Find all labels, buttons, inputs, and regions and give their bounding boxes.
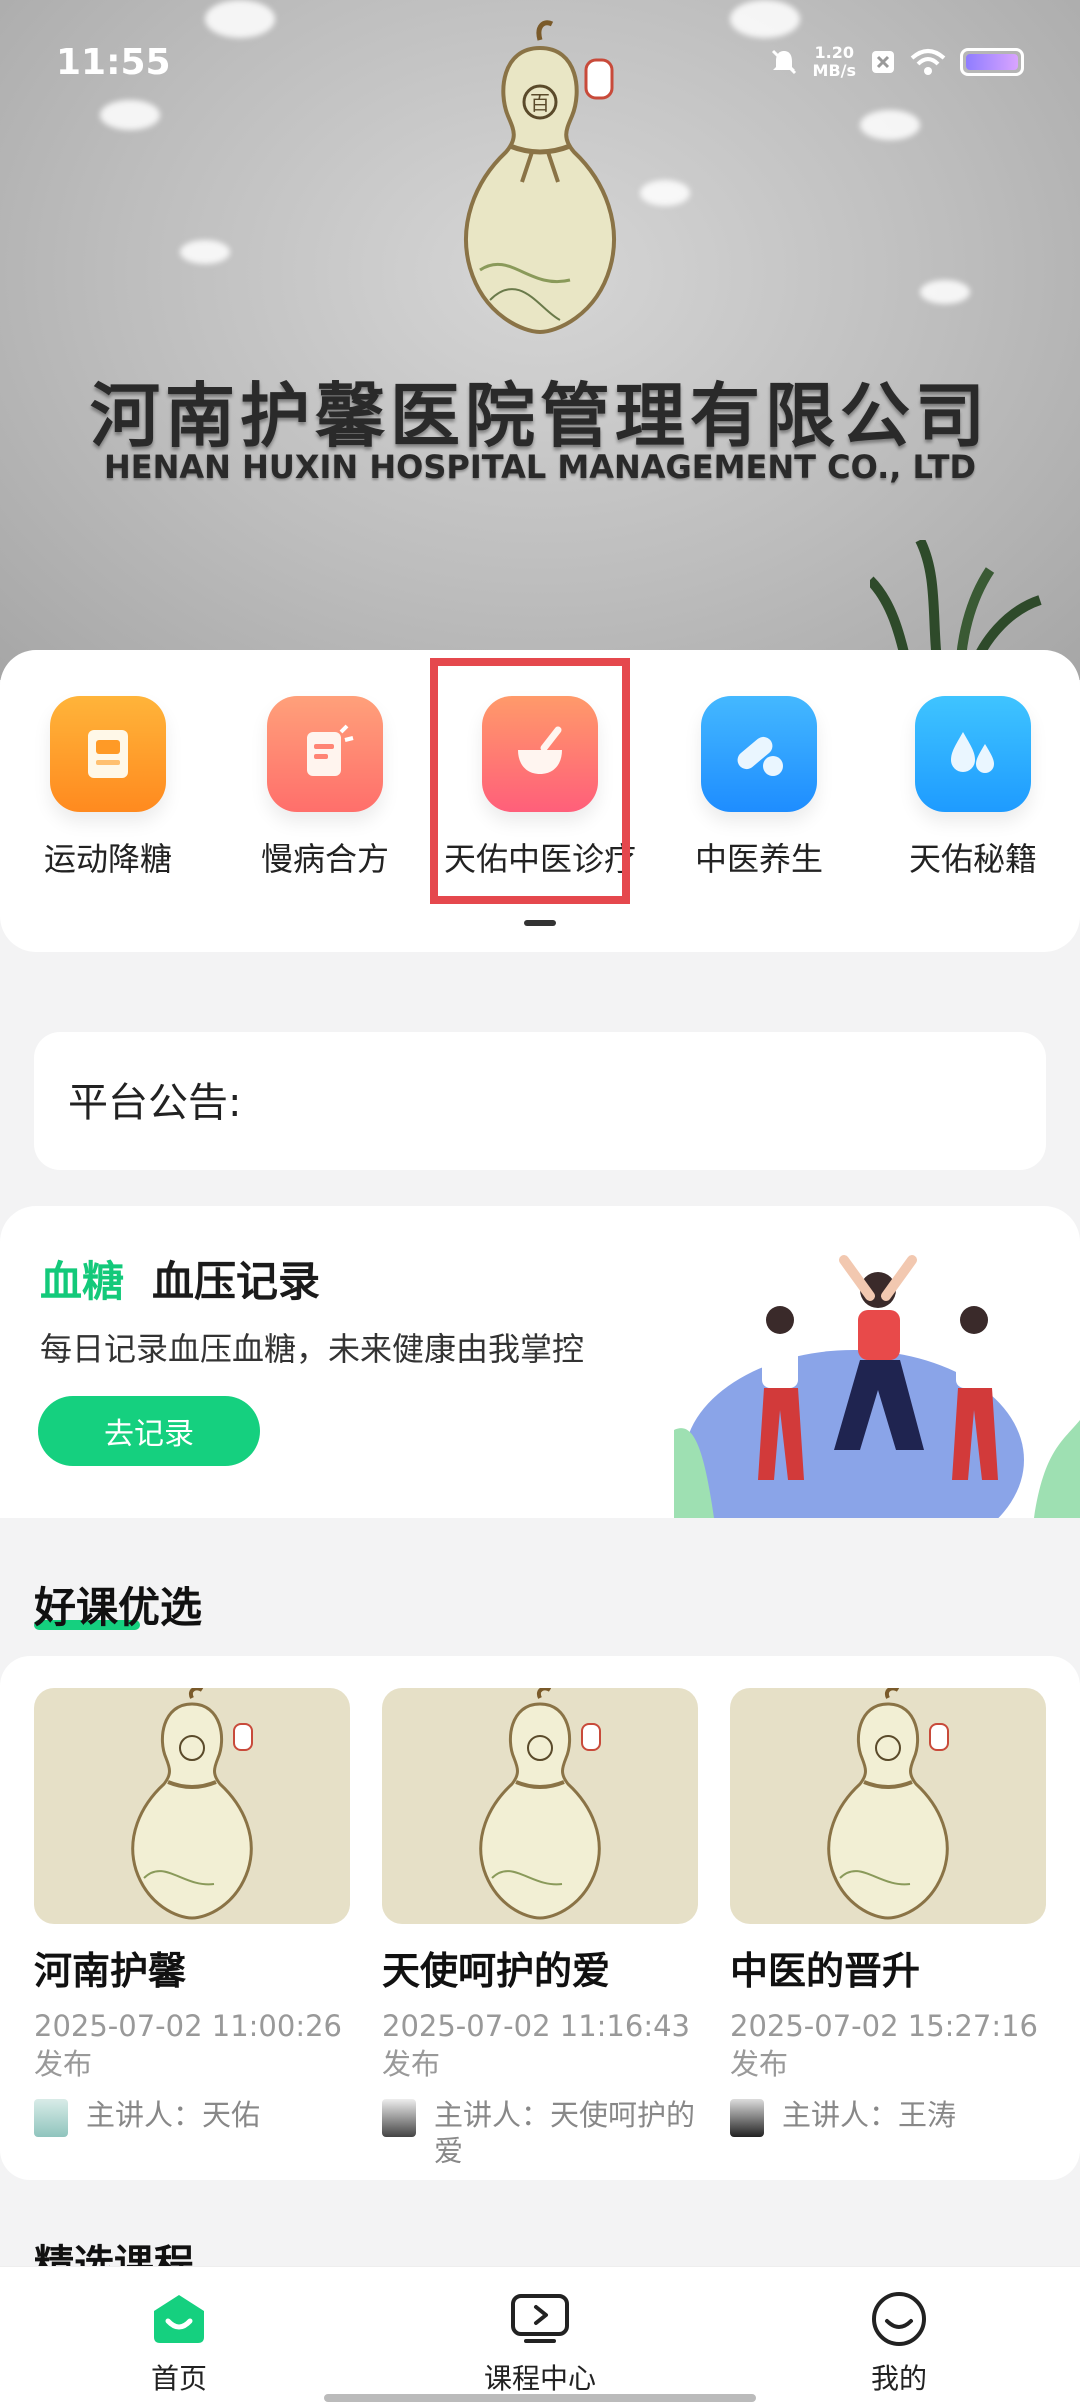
water-drops-icon [915, 696, 1031, 812]
document-icon [267, 696, 383, 812]
wifi-icon [910, 49, 946, 75]
course-title: 中医的晋升 [730, 1949, 921, 1993]
bottom-nav: 首页 课程中心 我的 [0, 2266, 1080, 2408]
exercise-illustration [674, 1255, 1080, 1518]
nav-label: 课程中心 [483, 2362, 596, 2395]
speaker-avatar [730, 2099, 764, 2137]
ceiling-light [640, 180, 690, 206]
record-subtitle: 每日记录血压血糖，未来健康由我掌控 [40, 1330, 585, 1368]
menu-item-secrets[interactable]: 天佑秘籍 [868, 696, 1078, 896]
book-icon [50, 696, 166, 812]
nav-label: 我的 [870, 2362, 927, 2395]
course-speaker: 主讲人：天佑 [34, 2097, 350, 2137]
menu-label: 中医养生 [694, 840, 823, 878]
go-record-button[interactable]: 去记录 [38, 1396, 260, 1466]
pill-icon [701, 696, 817, 812]
nav-profile[interactable]: 我的 [799, 2291, 999, 2397]
gourd-thumbnail-icon [131, 1688, 253, 1920]
ceiling-light [920, 280, 970, 304]
menu-item-wellness[interactable]: 中医养生 [654, 696, 864, 896]
course-speaker: 主讲人：王涛 [730, 2097, 1046, 2137]
course-card[interactable]: 天使呵护的爱 2025-07-02 11:16:43 发布 主讲人：天使呵护的爱 [382, 1688, 698, 2169]
course-date: 2025-07-02 11:16:43 发布 [382, 2009, 690, 2081]
menu-item-chronic[interactable]: 慢病合方 [220, 696, 430, 896]
course-date: 2025-07-02 11:00:26 发布 [34, 2009, 342, 2081]
record-title-highlight: 血糖 [40, 1257, 125, 1306]
record-title-rest: 血压记录 [152, 1257, 321, 1306]
course-card[interactable]: 河南护馨 2025-07-02 11:00:26 发布 主讲人：天佑 [34, 1688, 350, 2137]
course-speaker: 主讲人：天使呵护的爱 [382, 2097, 698, 2169]
course-thumbnail [730, 1688, 1046, 1924]
home-indicator[interactable] [324, 2394, 756, 2402]
course-list: 河南护馨 2025-07-02 11:00:26 发布 主讲人：天佑 天使呵护的… [0, 1656, 1080, 2180]
nav-course-center[interactable]: 课程中心 [440, 2291, 640, 2397]
status-bar: 11:55 1.20 MB/s [0, 0, 1080, 125]
sim-off-icon [872, 51, 894, 73]
course-title: 河南护馨 [34, 1949, 187, 1993]
company-name-cn: 河南护馨医院管理有限公司 [90, 375, 990, 457]
course-thumbnail [34, 1688, 350, 1924]
status-icons: 1.20 MB/s [769, 44, 1024, 80]
platform-notice[interactable]: 平台公告: [34, 1032, 1046, 1170]
company-name-en: HENAN HUXIN HOSPITAL MANAGEMENT CO., LTD [103, 448, 977, 486]
notice-title: 平台公告: [68, 1080, 242, 1126]
speaker-avatar [382, 2099, 416, 2137]
mute-bell-icon [771, 49, 796, 75]
gourd-thumbnail-icon [479, 1688, 601, 1920]
course-date: 2025-07-02 15:27:16 发布 [730, 2009, 1038, 2081]
home-icon [149, 2291, 209, 2347]
video-play-icon [510, 2291, 570, 2347]
course-card[interactable]: 中医的晋升 2025-07-02 15:27:16 发布 主讲人：王涛 [730, 1688, 1046, 2137]
nav-home[interactable]: 首页 [79, 2291, 279, 2397]
menu-page-indicator [524, 920, 556, 926]
status-time: 11:55 [56, 42, 171, 83]
course-thumbnail [382, 1688, 698, 1924]
health-record-card: 血糖 血压记录 每日记录血压血糖，未来健康由我掌控 去记录 [0, 1206, 1080, 1518]
course-title: 天使呵护的爱 [382, 1949, 611, 1993]
gourd-thumbnail-icon [827, 1688, 949, 1920]
menu-label: 慢病合方 [260, 840, 389, 878]
record-title: 血糖 血压记录 [40, 1248, 320, 1309]
highlight-box [430, 658, 630, 904]
nav-label: 首页 [150, 2362, 207, 2395]
smiley-profile-icon [869, 2291, 929, 2347]
speaker-avatar [34, 2099, 68, 2137]
menu-item-exercise[interactable]: 运动降糖 [3, 696, 213, 896]
section-title: 好课优选 [34, 1583, 203, 1632]
menu-label: 天佑秘籍 [908, 840, 1037, 878]
network-speed: 1.20 MB/s [812, 43, 856, 80]
ceiling-light [180, 240, 230, 264]
battery-icon [960, 48, 1024, 76]
menu-label: 运动降糖 [43, 840, 172, 878]
